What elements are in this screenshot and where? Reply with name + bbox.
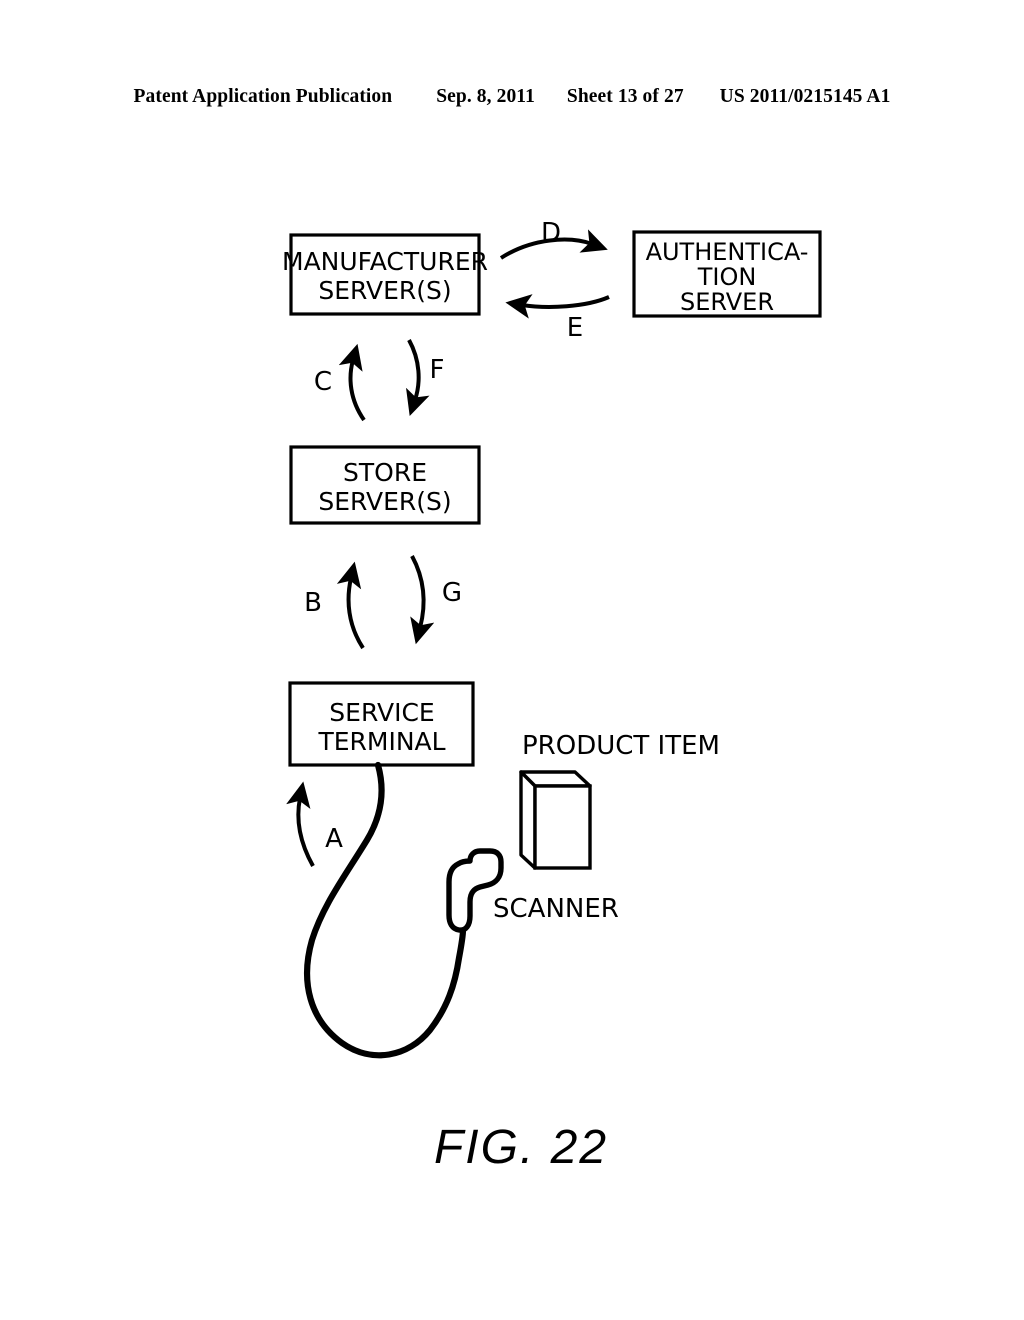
flow-arrow-d: D	[499, 218, 608, 260]
flow-arrow-a-letter: A	[325, 824, 343, 854]
node-manufacturer-server: MANUFACTURER SERVER(S)	[282, 233, 488, 316]
node-authentication-server: AUTHENTICA- TION SERVER	[632, 230, 822, 318]
flow-arrow-f-letter: F	[430, 355, 445, 385]
authentication-server-label-line-2: TION	[697, 263, 757, 291]
scanner-label: SCANNER	[493, 894, 619, 924]
flow-arrow-a: A	[286, 781, 343, 867]
flow-arrow-f-path	[406, 339, 430, 416]
flow-arrow-g-letter: G	[442, 578, 462, 608]
scanner-cable	[304, 761, 467, 1059]
flow-arrow-b-letter: B	[304, 588, 322, 618]
flow-arrow-c-path	[338, 343, 366, 422]
flow-arrow-e: E	[505, 294, 610, 343]
flow-arrow-f: F	[406, 339, 445, 416]
figure-22-drawing: MANUFACTURER SERVER(S) AUTHENTICA- TION …	[0, 0, 1024, 1320]
node-store-server: STORE SERVER(S)	[289, 445, 481, 525]
flow-arrow-d-letter: D	[541, 218, 561, 248]
store-server-label-line-2: SERVER(S)	[318, 487, 451, 516]
node-service-terminal: SERVICE TERMINAL	[288, 681, 475, 767]
flow-arrow-b-path	[336, 561, 365, 650]
manufacturer-server-label-line-1: MANUFACTURER	[282, 247, 488, 276]
figure-caption: FIG. 22	[434, 1121, 608, 1174]
flow-arrow-e-path	[505, 294, 610, 319]
product-item-side-face	[519, 770, 537, 870]
flow-arrow-g-path	[410, 555, 435, 645]
flow-arrow-a-path	[286, 781, 315, 867]
authentication-server-label-line-1: AUTHENTICA-	[646, 238, 809, 266]
flow-arrow-c-letter: C	[314, 367, 332, 397]
store-server-label-line-1: STORE	[343, 458, 427, 487]
service-terminal-label-line-1: SERVICE	[329, 698, 434, 727]
flow-arrow-g: G	[410, 555, 462, 645]
product-item-3d-box	[519, 770, 592, 870]
authentication-server-label-line-3: SERVER	[680, 288, 774, 316]
product-item-front-face	[533, 784, 592, 870]
service-terminal-label-line-2: TERMINAL	[317, 727, 445, 756]
flow-arrow-b: B	[304, 561, 365, 650]
product-item-label: PRODUCT ITEM	[522, 731, 720, 761]
flow-arrow-e-letter: E	[567, 313, 583, 343]
flow-arrow-c: C	[314, 343, 366, 422]
manufacturer-server-label-line-2: SERVER(S)	[318, 276, 451, 305]
